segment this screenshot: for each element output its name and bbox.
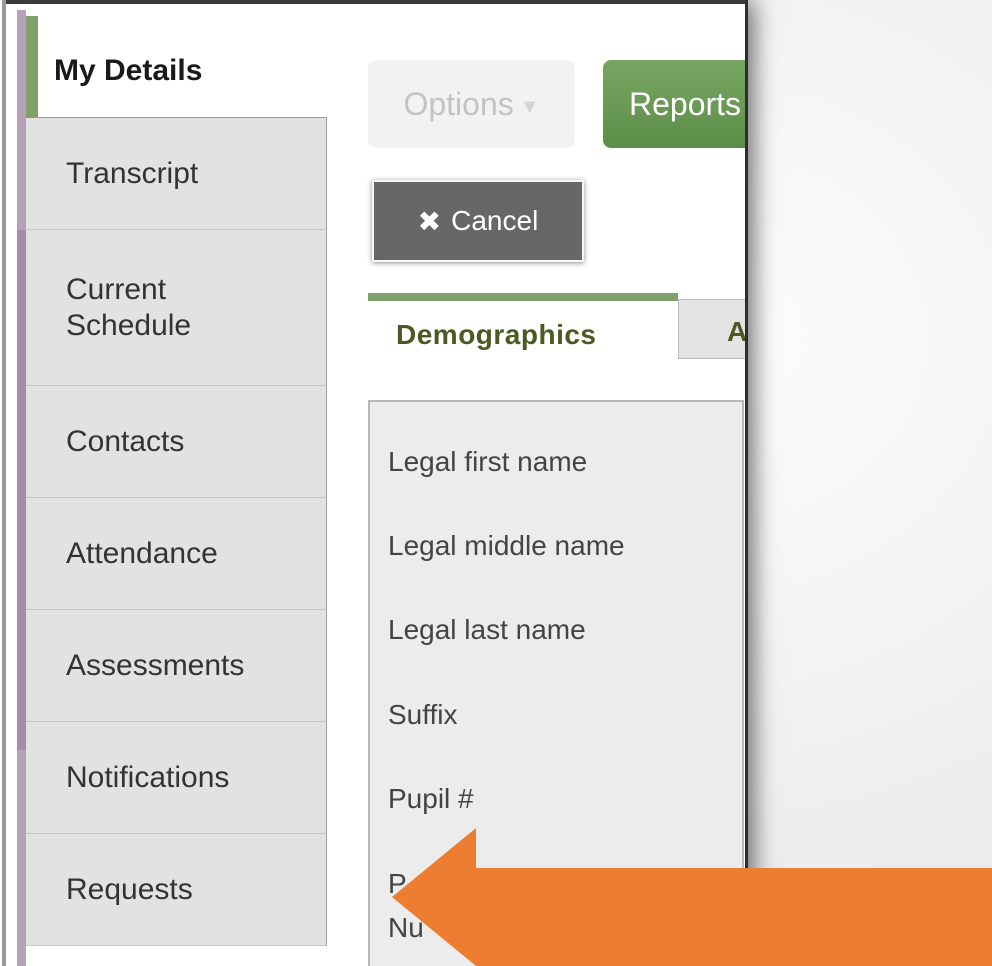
tab-demographics[interactable]: Demographics — [368, 293, 678, 359]
sidebar-item-label: Notifications — [66, 760, 230, 794]
sidebar-item-requests[interactable]: Requests — [26, 834, 327, 946]
sidebar-item-label: Attendance — [66, 536, 218, 570]
window-left-border — [0, 0, 6, 966]
arrow-left-icon — [392, 828, 992, 966]
options-dropdown-button[interactable]: Options ▼ — [368, 60, 575, 148]
cancel-label: Cancel — [451, 205, 539, 236]
field-label-legal-middle-name: Legal middle name — [388, 530, 625, 561]
caret-down-icon: ▼ — [519, 95, 540, 118]
sidebar-item-label: Transcript — [66, 156, 199, 190]
browser-window: My Details Transcript Current Schedule C… — [0, 0, 748, 966]
sidebar-item-current-schedule[interactable]: Current Schedule — [26, 230, 327, 386]
sidebar-item-contacts[interactable]: Contacts — [26, 386, 327, 498]
field-label-legal-first-name: Legal first name — [388, 446, 588, 477]
sidebar-item-assessments[interactable]: Assessments — [26, 610, 327, 722]
detail-tabs: Demographics A — [368, 293, 748, 359]
tab-label: Demographics — [396, 319, 597, 350]
field-label-legal-last-name: Legal last name — [388, 614, 586, 645]
reports-button[interactable]: Reports — [603, 60, 748, 148]
sidebar-item-label: My Details — [54, 54, 203, 87]
field-label-suffix: Suffix — [388, 699, 458, 730]
reports-label: Reports — [629, 85, 742, 122]
sidebar-item-attendance[interactable]: Attendance — [26, 498, 327, 610]
cancel-button[interactable]: ✖ Cancel — [372, 180, 584, 262]
window-right-border — [745, 0, 748, 966]
options-label: Options — [403, 85, 514, 122]
sidebar-nav: My Details Transcript Current Schedule C… — [26, 16, 327, 946]
tab-next[interactable]: A — [678, 299, 748, 359]
sidebar-item-label: Contacts — [66, 424, 185, 458]
main-content: Options ▼ Reports ✖ Cancel Demographics … — [368, 0, 748, 966]
close-icon: ✖ — [417, 205, 442, 237]
sidebar-item-label: Current Schedule — [66, 272, 192, 342]
sidebar-item-notifications[interactable]: Notifications — [26, 722, 327, 834]
scrollbar-thumb[interactable] — [17, 230, 26, 750]
sidebar-item-label: Assessments — [66, 648, 245, 682]
sidebar-item-my-details[interactable]: My Details — [26, 16, 327, 118]
sidebar-item-transcript[interactable]: Transcript — [26, 118, 327, 230]
sidebar-item-label: Requests — [66, 872, 193, 906]
field-label-pupil-number: Pupil # — [388, 783, 474, 814]
